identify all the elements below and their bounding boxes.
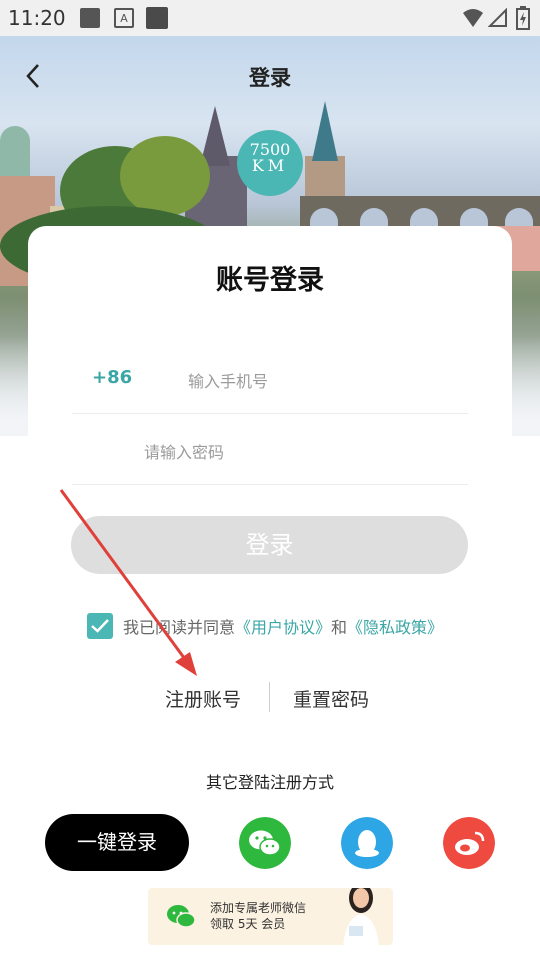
agreement-and: 和 <box>331 618 348 637</box>
image-notification-icon <box>80 8 100 28</box>
reset-password-link[interactable]: 重置密码 <box>293 685 369 712</box>
battery-icon <box>516 6 530 30</box>
banner-line-2: 领取 5天 会员 <box>210 917 286 931</box>
phone-input[interactable]: 输入手机号 <box>188 368 268 392</box>
teacher-avatar <box>343 888 379 945</box>
signal-icon <box>488 8 507 27</box>
other-methods-label: 其它登陆注册方式 <box>205 773 334 792</box>
weibo-icon[interactable] <box>443 817 495 869</box>
card-title: 账号登录 <box>216 265 324 296</box>
agreement-text: 我已阅读并同意 <box>123 618 236 637</box>
one-key-login-button[interactable]: 一键登录 <box>45 814 189 871</box>
status-bar: 11:20 A <box>0 0 540 36</box>
logo-line-2: KM <box>251 156 289 175</box>
check-icon <box>91 619 109 633</box>
page-title: 登录 <box>249 66 291 90</box>
country-code[interactable]: +86 <box>92 367 132 388</box>
password-input[interactable]: 请输入密码 <box>144 439 224 463</box>
agreement-row: 我已阅读并同意 《用户协议》 和 《隐私政策》 <box>87 613 443 639</box>
wechat-icon <box>167 905 196 928</box>
status-time: 11:20 <box>8 6 66 30</box>
phone-field[interactable]: +86 输入手机号 <box>72 343 468 414</box>
login-card: 账号登录 +86 输入手机号 请输入密码 <box>28 226 512 526</box>
privacy-policy-link[interactable]: 《隐私政策》 <box>347 614 443 638</box>
wifi-icon <box>463 9 483 27</box>
wechat-icon[interactable] <box>239 817 291 869</box>
user-agreement-link[interactable]: 《用户协议》 <box>235 614 331 638</box>
brand-logo: 7500 KM <box>237 130 303 196</box>
agreement-checkbox[interactable] <box>87 613 113 639</box>
link-divider <box>269 682 270 712</box>
login-button[interactable]: 登录 <box>71 516 468 574</box>
password-field[interactable]: 请输入密码 <box>72 414 468 485</box>
promo-banner[interactable]: 添加专属老师微信 领取 5天 会员 <box>148 888 393 945</box>
register-link[interactable]: 注册账号 <box>165 685 241 712</box>
banner-line-1: 添加专属老师微信 <box>210 901 307 915</box>
font-notification-icon: A <box>114 8 134 28</box>
qq-icon[interactable] <box>341 817 393 869</box>
app-notification-icon <box>146 7 168 29</box>
